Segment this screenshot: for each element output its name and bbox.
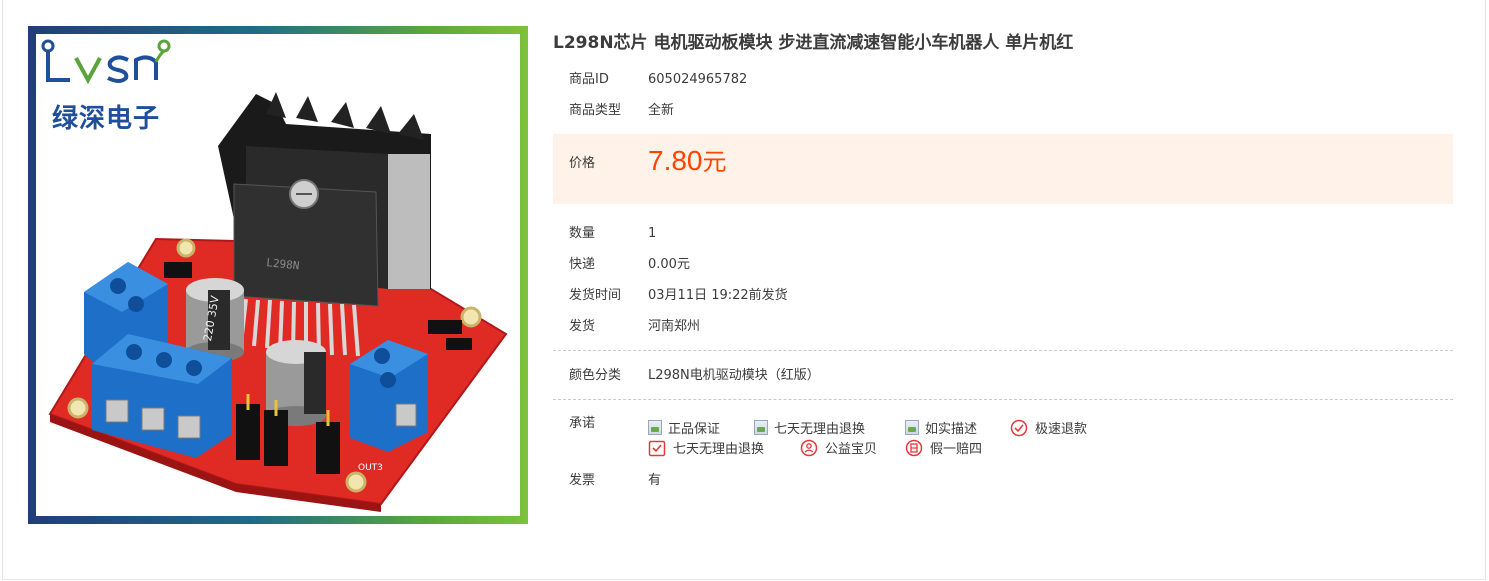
spec-row-origin: 发货 河南郑州: [553, 317, 1453, 348]
product-type-value: 全新: [648, 103, 675, 118]
spec-label: 商品类型: [569, 103, 622, 118]
divider: [553, 350, 1453, 351]
ship-time-value: 03月11日 19:22前发货: [648, 288, 788, 303]
spec-label: 发票: [569, 473, 596, 488]
divider: [553, 399, 1453, 400]
price-label: 价格: [569, 156, 596, 171]
promise-item[interactable]: 假一赔四: [905, 438, 982, 457]
compensation-icon: [905, 439, 923, 456]
spec-row-invoice: 发票 有: [553, 471, 1453, 502]
spec-label: 数量: [569, 226, 596, 241]
promise-item[interactable]: 如实描述: [905, 418, 977, 437]
promise-item[interactable]: 七天无理由退换: [754, 418, 865, 437]
terminal-block: [350, 340, 428, 452]
promise-item[interactable]: 公益宝贝: [800, 438, 877, 457]
spec-row-ship-time: 发货时间 03月11日 19:22前发货: [553, 286, 1453, 317]
quantity-value: 1: [648, 226, 657, 241]
lvsn-logo: [41, 39, 171, 85]
spec-label: 发货时间: [569, 288, 622, 303]
invoice-value: 有: [648, 473, 662, 488]
promise-item[interactable]: 正品保证: [648, 418, 720, 437]
spec-label: 颜色分类: [569, 368, 622, 383]
return-box-icon: [648, 440, 666, 456]
spec-row-quantity: 数量 1: [553, 224, 1453, 255]
spec-label: 快递: [569, 257, 596, 272]
product-image[interactable]: L298N 220 35V OUT3 绿深电子: [28, 26, 528, 524]
product-title: L298N芯片 电机驱动板模块 步进直流减速智能小车机器人 单片机红: [553, 33, 1074, 53]
promise-item[interactable]: 七天无理由退换: [648, 438, 764, 457]
placeholder-image-icon: [905, 420, 919, 435]
spec-label: 商品ID: [569, 72, 609, 87]
price-value: 7.80元: [648, 145, 727, 176]
spec-row-type: 商品类型 全新: [553, 101, 1453, 132]
color-option-value[interactable]: L298N电机驱动模块（红版）: [648, 366, 820, 386]
check-circle-icon: [1010, 419, 1028, 436]
spec-row-color: 颜色分类 L298N电机驱动模块（红版）: [553, 366, 1453, 397]
spec-label: 承诺: [569, 416, 596, 431]
shipping-fee-value: 0.00元: [648, 257, 690, 272]
product-id-value: 605024965782: [648, 72, 748, 87]
spec-row-id: 商品ID 605024965782: [553, 70, 1453, 101]
charity-icon: [800, 439, 818, 456]
spec-label: 发货: [569, 319, 596, 334]
spec-row-shipping: 快递 0.00元: [553, 255, 1453, 286]
price-unit: 元: [702, 149, 727, 176]
ship-origin-value: 河南郑州: [648, 319, 701, 334]
connector-label: OUT3: [358, 463, 383, 473]
brand-name: 绿深电子: [52, 104, 161, 134]
price-section: 价格 7.80元: [553, 134, 1453, 204]
promise-item[interactable]: 极速退款: [1010, 418, 1087, 437]
placeholder-image-icon: [754, 420, 768, 435]
placeholder-image-icon: [648, 420, 662, 435]
